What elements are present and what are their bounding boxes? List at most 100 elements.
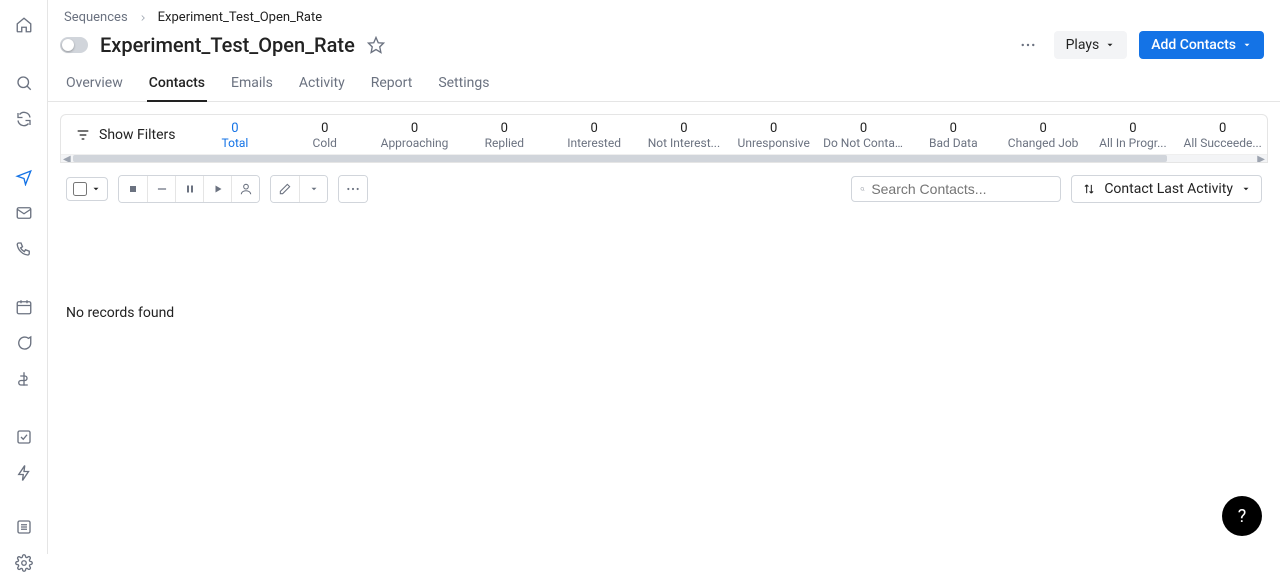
favorite-star-icon[interactable]: [367, 36, 385, 54]
status-interested[interactable]: 0 Interested: [549, 115, 639, 154]
status-approaching[interactable]: 0 Approaching: [369, 115, 459, 154]
sequence-toggle[interactable]: [60, 37, 88, 53]
nav-deals-icon[interactable]: [12, 370, 36, 388]
status-label: All In Progr...: [1093, 136, 1174, 150]
scroll-right-icon[interactable]: ▶: [1257, 154, 1265, 163]
status-count: 0: [733, 121, 814, 136]
tab-settings[interactable]: Settings: [436, 67, 491, 101]
status-all-in-progress[interactable]: 0 All In Progr...: [1088, 115, 1178, 154]
nav-settings-icon[interactable]: [12, 554, 36, 572]
scrollbar-thumb[interactable]: [73, 155, 1167, 162]
status-replied[interactable]: 0 Replied: [459, 115, 549, 154]
minus-icon: [155, 182, 169, 196]
status-count: 0: [195, 121, 276, 136]
status-label: Approaching: [374, 136, 455, 150]
status-label: Cold: [284, 136, 365, 150]
status-all-succeeded[interactable]: 0 All Succeede...: [1177, 115, 1267, 154]
status-bad-data[interactable]: 0 Bad Data: [908, 115, 998, 154]
play-button[interactable]: [203, 176, 231, 202]
edit-dropdown[interactable]: [299, 176, 327, 202]
caret-down-icon: [1105, 40, 1115, 50]
status-not-interested[interactable]: 0 Not Interest...: [639, 115, 729, 154]
chevron-right-icon: [138, 13, 148, 23]
edit-button[interactable]: [271, 176, 299, 202]
stop-button[interactable]: [119, 176, 147, 202]
more-toolbar-button[interactable]: [339, 176, 367, 202]
sort-button[interactable]: Contact Last Activity: [1071, 175, 1262, 203]
horizontal-scrollbar[interactable]: ◀ ▶: [61, 154, 1267, 162]
show-filters-button[interactable]: Show Filters: [61, 115, 190, 154]
nav-bolt-icon[interactable]: [12, 464, 36, 482]
status-changed-job[interactable]: 0 Changed Job: [998, 115, 1088, 154]
checkbox-input[interactable]: [73, 182, 87, 196]
nav-send-icon[interactable]: [12, 168, 36, 186]
status-count: 0: [644, 121, 725, 136]
status-count: 0: [554, 121, 635, 136]
play-icon: [212, 183, 224, 195]
tab-activity[interactable]: Activity: [297, 67, 347, 101]
tab-contacts[interactable]: Contacts: [147, 67, 207, 101]
title-row: Experiment_Test_Open_Rate Plays Add Cont…: [48, 29, 1280, 67]
status-count: 0: [1093, 121, 1174, 136]
tabs: Overview Contacts Emails Activity Report…: [48, 67, 1280, 102]
status-label: Changed Job: [1003, 136, 1084, 150]
status-label: Interested: [554, 136, 635, 150]
breadcrumb-current: Experiment_Test_Open_Rate: [158, 10, 322, 25]
stop-icon: [127, 183, 139, 195]
nav-home-icon[interactable]: [12, 16, 36, 34]
breadcrumb-root[interactable]: Sequences: [64, 10, 128, 25]
add-contacts-button[interactable]: Add Contacts: [1139, 31, 1264, 59]
action-group-2: [270, 175, 328, 203]
status-cold[interactable]: 0 Cold: [279, 115, 369, 154]
status-label: Do Not Conta...: [823, 136, 904, 150]
caret-down-icon: [309, 184, 319, 194]
status-label: Bad Data: [913, 136, 994, 150]
breadcrumb: Sequences Experiment_Test_Open_Rate: [48, 0, 1280, 29]
status-count: 0: [913, 121, 994, 136]
status-count: 0: [823, 121, 904, 136]
tab-report[interactable]: Report: [369, 67, 415, 101]
toolbar: Contact Last Activity: [60, 163, 1268, 215]
status-bar: Show Filters 0 Total 0 Cold 0: [60, 114, 1268, 163]
nav-search-icon[interactable]: [12, 74, 36, 92]
search-contacts[interactable]: [851, 176, 1061, 202]
assign-button[interactable]: [231, 176, 259, 202]
add-contacts-label: Add Contacts: [1151, 37, 1236, 53]
filter-icon: [75, 127, 91, 143]
more-horizontal-icon: [345, 181, 361, 197]
pencil-icon: [278, 182, 292, 196]
nav-calendar-icon[interactable]: [12, 298, 36, 316]
pause-button[interactable]: [175, 176, 203, 202]
action-group-3: [338, 175, 368, 203]
status-unresponsive[interactable]: 0 Unresponsive: [728, 115, 818, 154]
nav-tasks-icon[interactable]: [12, 428, 36, 446]
status-count: 0: [464, 121, 545, 136]
sort-label: Contact Last Activity: [1104, 181, 1233, 197]
select-all-checkbox[interactable]: [66, 177, 108, 201]
remove-button[interactable]: [147, 176, 175, 202]
search-input[interactable]: [871, 181, 1052, 197]
status-count: 0: [374, 121, 455, 136]
more-actions-button[interactable]: [1014, 31, 1042, 59]
nav-refresh-icon[interactable]: [12, 110, 36, 128]
nav-phone-icon[interactable]: [12, 240, 36, 258]
nav-chat-icon[interactable]: [12, 334, 36, 352]
scroll-left-icon[interactable]: ◀: [63, 154, 71, 163]
side-nav: [0, 0, 48, 554]
empty-state: No records found: [60, 215, 1268, 321]
nav-list-icon[interactable]: [12, 518, 36, 536]
caret-down-icon: [1241, 184, 1251, 194]
action-group-1: [118, 175, 260, 203]
caret-down-icon: [1242, 40, 1252, 50]
plays-button[interactable]: Plays: [1054, 31, 1128, 59]
plays-label: Plays: [1066, 37, 1100, 53]
help-button[interactable]: ?: [1222, 496, 1262, 536]
tab-emails[interactable]: Emails: [229, 67, 275, 101]
status-label: All Succeede...: [1182, 136, 1263, 150]
status-label: Replied: [464, 136, 545, 150]
status-total[interactable]: 0 Total: [190, 115, 280, 154]
nav-mail-icon[interactable]: [12, 204, 36, 222]
tab-overview[interactable]: Overview: [64, 67, 125, 101]
show-filters-label: Show Filters: [99, 127, 176, 143]
status-do-not-contact[interactable]: 0 Do Not Conta...: [818, 115, 908, 154]
